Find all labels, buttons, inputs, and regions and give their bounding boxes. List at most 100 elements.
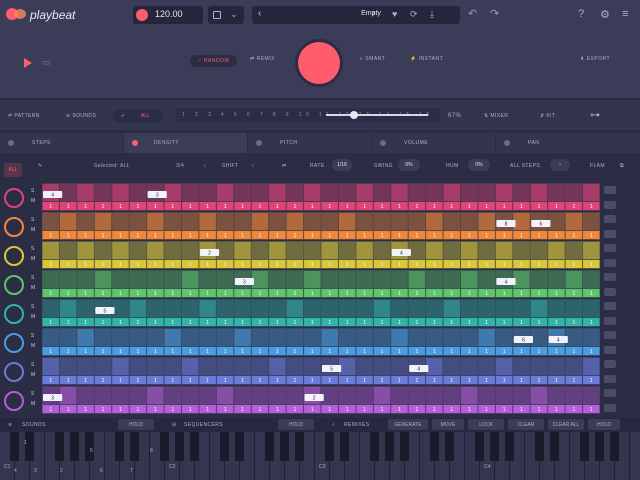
step-cell[interactable] <box>269 300 286 317</box>
step-cell[interactable] <box>321 300 338 317</box>
mute-button[interactable]: M <box>31 372 35 378</box>
row-option-button[interactable] <box>604 244 616 252</box>
row-option-button[interactable] <box>604 316 616 325</box>
step-cell[interactable] <box>129 271 147 288</box>
solo-button[interactable]: S <box>31 362 34 368</box>
mute-button[interactable]: M <box>31 198 35 204</box>
black-key[interactable] <box>280 432 289 461</box>
step-cell[interactable] <box>461 271 478 288</box>
white-key[interactable] <box>630 432 640 480</box>
step-cell[interactable] <box>443 213 460 230</box>
step-cell[interactable] <box>530 242 548 259</box>
step-cell[interactable] <box>356 271 373 288</box>
step-cell[interactable] <box>286 329 304 346</box>
step-cell[interactable] <box>59 300 77 317</box>
black-key[interactable] <box>430 432 439 461</box>
step-cell[interactable] <box>182 300 199 317</box>
row-option-button[interactable] <box>604 215 616 223</box>
step-cell[interactable] <box>478 300 495 317</box>
step-cell[interactable] <box>530 300 548 317</box>
step-cell[interactable] <box>356 184 373 201</box>
tempo-value[interactable]: 120.00 <box>155 9 183 19</box>
black-key[interactable] <box>385 432 394 461</box>
mode-random-button[interactable]: ⟋ RANDOM <box>190 55 238 67</box>
step-cell[interactable] <box>426 329 443 346</box>
grid-selector[interactable]: ⌄ <box>208 6 244 24</box>
black-key[interactable] <box>445 432 454 461</box>
mute-button[interactable]: M <box>31 285 35 291</box>
tom-icon[interactable] <box>4 333 24 353</box>
step-cell[interactable] <box>42 213 59 230</box>
black-key[interactable] <box>10 432 19 461</box>
step-cell[interactable] <box>338 387 356 404</box>
step-cell[interactable] <box>565 184 583 201</box>
step-cell[interactable] <box>583 300 600 317</box>
step-cell[interactable] <box>338 271 356 288</box>
step-cell[interactable] <box>216 213 234 230</box>
step-cell[interactable] <box>234 358 251 375</box>
step-cell[interactable] <box>164 184 181 201</box>
step-cell[interactable] <box>391 387 408 404</box>
black-key[interactable] <box>25 432 34 461</box>
move-button[interactable]: MOVE <box>432 419 464 430</box>
step-cell[interactable] <box>478 271 495 288</box>
step-cell[interactable] <box>94 358 112 375</box>
row-option-button[interactable] <box>604 345 616 354</box>
step-cell[interactable] <box>565 387 583 404</box>
step-cell[interactable] <box>461 329 478 346</box>
step-cell[interactable] <box>286 213 304 230</box>
hold-remixes-button[interactable]: HOLD <box>588 419 620 430</box>
step-cell[interactable] <box>59 387 77 404</box>
step-cell[interactable] <box>216 242 234 259</box>
step-cell[interactable] <box>530 271 548 288</box>
solo-button[interactable]: S <box>31 275 34 281</box>
mute-button[interactable]: M <box>31 343 35 349</box>
step-cell[interactable] <box>112 213 129 230</box>
step-cell[interactable] <box>530 184 548 201</box>
mode-smart-button[interactable]: ◐ SMART <box>360 56 385 62</box>
step-cell[interactable] <box>216 387 234 404</box>
step-cell[interactable] <box>129 358 147 375</box>
tab-volume[interactable]: VOLUME <box>372 133 496 153</box>
step-cell[interactable] <box>548 213 565 230</box>
step-cell[interactable] <box>199 184 216 201</box>
step-cell[interactable] <box>583 271 600 288</box>
step-cell[interactable] <box>513 271 530 288</box>
step-cell[interactable] <box>356 213 373 230</box>
row-option-button[interactable] <box>604 374 616 383</box>
clap-icon[interactable] <box>4 304 24 324</box>
black-key[interactable] <box>580 432 589 461</box>
step-cell[interactable] <box>513 300 530 317</box>
step-cell[interactable] <box>321 184 338 201</box>
step-cell[interactable] <box>182 213 199 230</box>
step-cell[interactable] <box>199 300 216 317</box>
preset-next-button[interactable]: › <box>372 8 375 19</box>
step-cell[interactable] <box>373 329 391 346</box>
tab-pan[interactable]: PAN <box>496 133 640 153</box>
step-cell[interactable] <box>234 242 251 259</box>
step-cell[interactable] <box>478 387 495 404</box>
step-cell[interactable] <box>356 387 373 404</box>
black-key[interactable] <box>325 432 334 461</box>
step-cell[interactable] <box>129 329 147 346</box>
step-cell[interactable] <box>129 184 147 201</box>
step-cell[interactable] <box>164 271 181 288</box>
step-cell[interactable] <box>478 213 495 230</box>
step-cell[interactable] <box>495 300 513 317</box>
step-cell[interactable] <box>77 358 94 375</box>
step-cell[interactable] <box>426 242 443 259</box>
step-cell[interactable] <box>391 271 408 288</box>
step-cell[interactable] <box>495 329 513 346</box>
step-cell[interactable] <box>391 358 408 375</box>
clear-all-button[interactable]: CLEAR ALL <box>548 419 584 430</box>
black-key[interactable] <box>535 432 544 461</box>
step-cell[interactable] <box>321 213 338 230</box>
step-cell[interactable] <box>182 387 199 404</box>
step-cell[interactable] <box>495 358 513 375</box>
step-cell[interactable] <box>94 184 112 201</box>
step-cell[interactable] <box>59 271 77 288</box>
step-cell[interactable] <box>42 242 59 259</box>
step-cell[interactable] <box>426 213 443 230</box>
step-cell[interactable] <box>94 387 112 404</box>
sounds-tab[interactable]: ≋ SOUNDS <box>66 113 96 119</box>
